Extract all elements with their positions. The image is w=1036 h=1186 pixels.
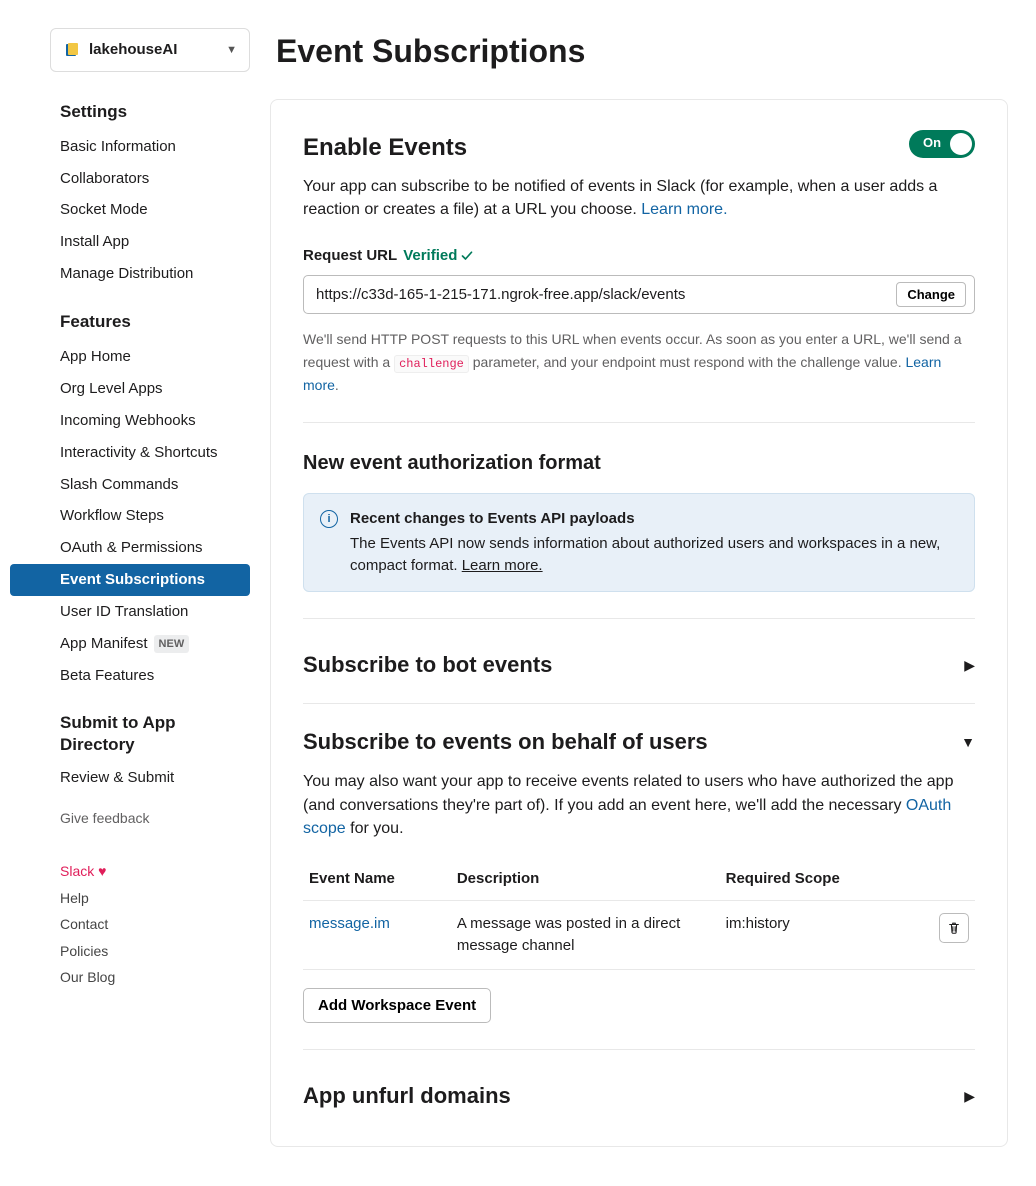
- info-body: The Events API now sends information abo…: [350, 533, 958, 577]
- settings-heading: Settings: [10, 92, 250, 131]
- request-url-label-row: Request URL Verified: [303, 245, 975, 267]
- app-name: lakehouseAI: [89, 39, 218, 61]
- auth-format-heading: New event authorization format: [303, 449, 975, 478]
- nav-workflow-steps[interactable]: Workflow Steps: [10, 500, 250, 532]
- trash-icon: [947, 921, 961, 935]
- heart-icon: ♥: [98, 863, 106, 879]
- caret-down-icon: ▼: [961, 732, 975, 752]
- nav-slash-commands[interactable]: Slash Commands: [10, 469, 250, 501]
- nav-socket-mode[interactable]: Socket Mode: [10, 194, 250, 226]
- info-title: Recent changes to Events API payloads: [350, 508, 958, 530]
- enable-events-toggle[interactable]: On: [909, 130, 975, 158]
- user-events-heading: Subscribe to events on behalf of users: [303, 726, 708, 758]
- footer-links: Slack ♥ Help Contact Policies Our Blog: [10, 838, 250, 990]
- delete-event-button[interactable]: [939, 913, 969, 943]
- user-events-toggle[interactable]: Subscribe to events on behalf of users ▼: [303, 722, 975, 762]
- nav-user-id-translation[interactable]: User ID Translation: [10, 596, 250, 628]
- nav-app-manifest-label: App Manifest: [60, 633, 148, 655]
- unfurl-domains-toggle[interactable]: App unfurl domains ▶: [303, 1076, 975, 1116]
- footer-slack[interactable]: Slack ♥: [60, 858, 240, 884]
- info-learn-more-link[interactable]: Learn more.: [462, 557, 543, 574]
- app-icon: [63, 41, 81, 59]
- enable-events-heading: Enable Events: [303, 130, 467, 165]
- nav-oauth-permissions[interactable]: OAuth & Permissions: [10, 532, 250, 564]
- nav-manage-distribution[interactable]: Manage Distribution: [10, 258, 250, 290]
- event-scope: im:history: [720, 901, 908, 970]
- user-events-table: Event Name Description Required Scope me…: [303, 858, 975, 970]
- verified-badge: Verified: [403, 245, 473, 267]
- caret-right-icon: ▶: [964, 655, 975, 675]
- col-description: Description: [451, 858, 720, 900]
- footer-slack-label: Slack: [60, 863, 94, 879]
- footer-policies[interactable]: Policies: [60, 938, 240, 964]
- nav-collaborators[interactable]: Collaborators: [10, 163, 250, 195]
- user-events-description: You may also want your app to receive ev…: [303, 770, 975, 840]
- submit-heading: Submit to App Directory: [10, 704, 250, 762]
- nav-app-home[interactable]: App Home: [10, 341, 250, 373]
- nav-install-app[interactable]: Install App: [10, 226, 250, 258]
- change-button[interactable]: Change: [896, 282, 966, 307]
- request-url-label: Request URL: [303, 245, 397, 267]
- nav-incoming-webhooks[interactable]: Incoming Webhooks: [10, 405, 250, 437]
- check-icon: [461, 250, 473, 262]
- table-row: message.im A message was posted in a dir…: [303, 901, 975, 970]
- sidebar: lakehouseAI ▼ Settings Basic Information…: [0, 0, 260, 1186]
- give-feedback-link[interactable]: Give feedback: [10, 794, 250, 838]
- bot-events-toggle[interactable]: Subscribe to bot events ▶: [303, 645, 975, 685]
- col-required-scope: Required Scope: [720, 858, 908, 900]
- footer-help[interactable]: Help: [60, 885, 240, 911]
- new-badge: NEW: [154, 635, 190, 653]
- features-heading: Features: [10, 302, 250, 341]
- challenge-code: challenge: [394, 355, 469, 373]
- info-box: i Recent changes to Events API payloads …: [303, 493, 975, 593]
- nav-review-submit[interactable]: Review & Submit: [10, 762, 250, 794]
- caret-right-icon: ▶: [964, 1086, 975, 1106]
- add-workspace-event-button[interactable]: Add Workspace Event: [303, 988, 491, 1023]
- settings-card: Enable Events On Your app can subscribe …: [270, 99, 1008, 1148]
- nav-event-subscriptions[interactable]: Event Subscriptions: [10, 564, 250, 596]
- unfurl-domains-heading: App unfurl domains: [303, 1080, 511, 1112]
- nav-interactivity[interactable]: Interactivity & Shortcuts: [10, 437, 250, 469]
- footer-contact[interactable]: Contact: [60, 911, 240, 937]
- event-description: A message was posted in a direct message…: [451, 901, 720, 970]
- col-event-name: Event Name: [303, 858, 451, 900]
- nav-beta-features[interactable]: Beta Features: [10, 660, 250, 692]
- nav-basic-information[interactable]: Basic Information: [10, 131, 250, 163]
- bot-events-heading: Subscribe to bot events: [303, 649, 552, 681]
- toggle-knob: [950, 133, 972, 155]
- toggle-label: On: [923, 134, 941, 153]
- caret-down-icon: ▼: [226, 42, 237, 58]
- request-url-helper: We'll send HTTP POST requests to this UR…: [303, 328, 975, 396]
- event-name-link[interactable]: message.im: [309, 915, 390, 932]
- info-icon: i: [320, 510, 338, 528]
- enable-learn-more-link[interactable]: Learn more.: [641, 201, 727, 218]
- nav-app-manifest[interactable]: App Manifest NEW: [10, 628, 250, 660]
- request-url-field: Change: [303, 275, 975, 314]
- request-url-input[interactable]: [304, 276, 892, 313]
- app-selector[interactable]: lakehouseAI ▼: [50, 28, 250, 72]
- page-title: Event Subscriptions: [276, 28, 1008, 75]
- enable-description: Your app can subscribe to be notified of…: [303, 175, 975, 222]
- nav-org-level-apps[interactable]: Org Level Apps: [10, 373, 250, 405]
- footer-blog[interactable]: Our Blog: [60, 964, 240, 990]
- main-content: Event Subscriptions Enable Events On You…: [260, 0, 1036, 1186]
